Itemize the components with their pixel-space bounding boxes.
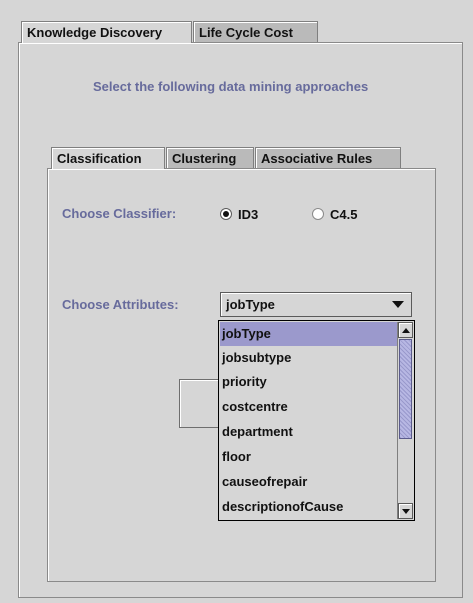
list-item-costcentre[interactable]: costcentre xyxy=(220,395,398,419)
list-item-causeofrepair[interactable]: causeofrepair xyxy=(220,470,398,494)
section-heading: Select the following data mining approac… xyxy=(93,79,369,94)
scroll-down-arrow-icon[interactable] xyxy=(398,503,413,519)
choose-attributes-label: Choose Attributes: xyxy=(62,297,179,312)
tab-label: Knowledge Discovery xyxy=(27,25,163,40)
tab-label: Clustering xyxy=(172,151,237,166)
attributes-dropdown-list[interactable]: jobType jobsubtype priority costcentre d… xyxy=(218,320,415,521)
radio-id3[interactable] xyxy=(220,208,232,220)
list-item-descriptionofcause[interactable]: descriptionofCause xyxy=(220,495,398,519)
scroll-up-arrow-icon[interactable] xyxy=(398,322,413,338)
tab-classification[interactable]: Classification xyxy=(51,147,165,169)
list-item-jobsubtype[interactable]: jobsubtype xyxy=(220,346,398,370)
list-item-jobtype[interactable]: jobType xyxy=(220,322,398,346)
tab-label: Associative Rules xyxy=(261,151,373,166)
tab-knowledge-discovery[interactable]: Knowledge Discovery xyxy=(21,21,192,43)
list-item-priority[interactable]: priority xyxy=(220,370,398,394)
app-window: Knowledge Discovery Life Cycle Cost Sele… xyxy=(0,0,473,603)
list-item-department[interactable]: department xyxy=(220,420,398,444)
attributes-combobox[interactable]: jobType xyxy=(220,292,412,317)
combobox-value: jobType xyxy=(226,297,275,312)
radio-c45-label[interactable]: C4.5 xyxy=(330,207,357,222)
scrollbar-thumb[interactable] xyxy=(399,339,412,439)
tab-label: Life Cycle Cost xyxy=(199,25,293,40)
chevron-down-icon[interactable] xyxy=(392,301,404,308)
list-item-floor[interactable]: floor xyxy=(220,445,398,469)
radio-id3-label[interactable]: ID3 xyxy=(238,207,258,222)
list-scrollbar[interactable] xyxy=(397,322,413,519)
tab-associative-rules[interactable]: Associative Rules xyxy=(255,147,401,168)
tab-label: Classification xyxy=(57,151,142,166)
choose-classifier-label: Choose Classifier: xyxy=(62,206,177,221)
tab-clustering[interactable]: Clustering xyxy=(166,147,254,168)
radio-c45[interactable] xyxy=(312,208,324,220)
tab-life-cycle-cost[interactable]: Life Cycle Cost xyxy=(193,21,318,42)
